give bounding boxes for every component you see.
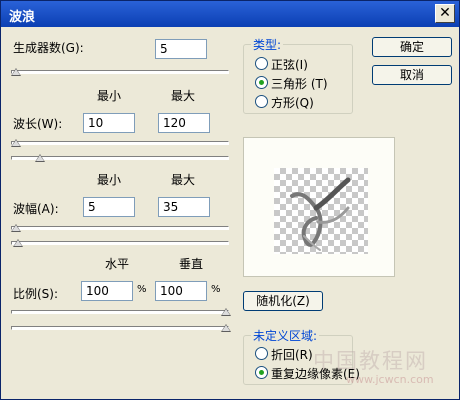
amplitude-label: 波幅(A): (13, 202, 59, 216)
wavelength-min-slider-track[interactable] (11, 141, 229, 145)
generators-input[interactable]: 5 (155, 39, 207, 59)
scale-horizontal-slider-track[interactable] (11, 310, 229, 314)
wavelength-min-header: 最小 (97, 89, 122, 103)
amplitude-max-input[interactable]: 35 (158, 197, 210, 217)
title-bar[interactable]: 波浪 ✕ (1, 1, 459, 27)
amplitude-max-header: 最大 (171, 173, 196, 187)
amplitude-max-slider-thumb[interactable] (13, 239, 23, 247)
generators-slider-track[interactable] (11, 70, 229, 74)
repeat-edge-pixels-radio[interactable] (255, 366, 268, 379)
undefined-areas-group-title: 未定义区域: (251, 327, 320, 344)
amplitude-max-slider-track[interactable] (11, 241, 229, 245)
scale-horizontal-slider-thumb[interactable] (221, 308, 231, 316)
preview-area (243, 137, 395, 277)
generators-slider-thumb[interactable] (11, 68, 21, 76)
ok-button[interactable]: 确定 (372, 37, 452, 57)
preview-wave-image (290, 177, 351, 251)
wavelength-min-slider-thumb[interactable] (11, 139, 21, 147)
wavelength-max-slider-thumb[interactable] (35, 154, 45, 162)
amplitude-min-header: 最小 (97, 173, 122, 187)
randomize-button[interactable]: 随机化(Z) (243, 291, 323, 311)
scale-vertical-slider-thumb[interactable] (221, 324, 231, 332)
amplitude-min-slider-thumb[interactable] (11, 224, 21, 232)
amplitude-min-slider-track[interactable] (11, 226, 229, 230)
type-triangle-radio[interactable] (255, 76, 268, 89)
type-group-title: 类型: (251, 36, 284, 53)
type-triangle-label[interactable]: 三角形 (T) (271, 75, 328, 92)
scale-horizontal-header: 水平 (105, 257, 130, 271)
wavelength-max-input[interactable]: 120 (158, 113, 210, 133)
wrap-around-radio[interactable] (255, 347, 268, 360)
type-square-label[interactable]: 方形(Q) (271, 94, 314, 111)
wavelength-max-header: 最大 (171, 89, 196, 103)
scale-vertical-header: 垂直 (179, 257, 204, 271)
wavelength-min-input[interactable]: 10 (83, 113, 135, 133)
wave-dialog: 波浪 ✕ 生成器数(G): 5 最小 最大 波长(W): 10 120 最小 最… (0, 0, 460, 400)
type-sine-radio[interactable] (255, 57, 268, 70)
wrap-around-label[interactable]: 折回(R) (271, 346, 313, 363)
scale-horizontal-unit: % (137, 284, 147, 295)
type-square-radio[interactable] (255, 95, 268, 108)
cancel-button[interactable]: 取消 (372, 65, 452, 85)
scale-vertical-slider-track[interactable] (11, 326, 229, 330)
wavelength-label: 波长(W): (13, 117, 63, 131)
watermark-url: www.jcwcn.com (346, 373, 434, 386)
watermark-text: 中国教程网 (313, 349, 428, 373)
close-icon: ✕ (439, 5, 451, 21)
type-sine-label[interactable]: 正弦(I) (271, 56, 308, 73)
scale-label: 比例(S): (13, 287, 59, 301)
generators-label: 生成器数(G): (13, 41, 84, 55)
scale-vertical-input[interactable]: 100 (155, 281, 207, 301)
amplitude-min-input[interactable]: 5 (83, 197, 135, 217)
close-button[interactable]: ✕ (435, 4, 455, 23)
scale-horizontal-input[interactable]: 100 (81, 281, 133, 301)
window-title: 波浪 (9, 10, 36, 25)
scale-vertical-unit: % (211, 284, 221, 295)
